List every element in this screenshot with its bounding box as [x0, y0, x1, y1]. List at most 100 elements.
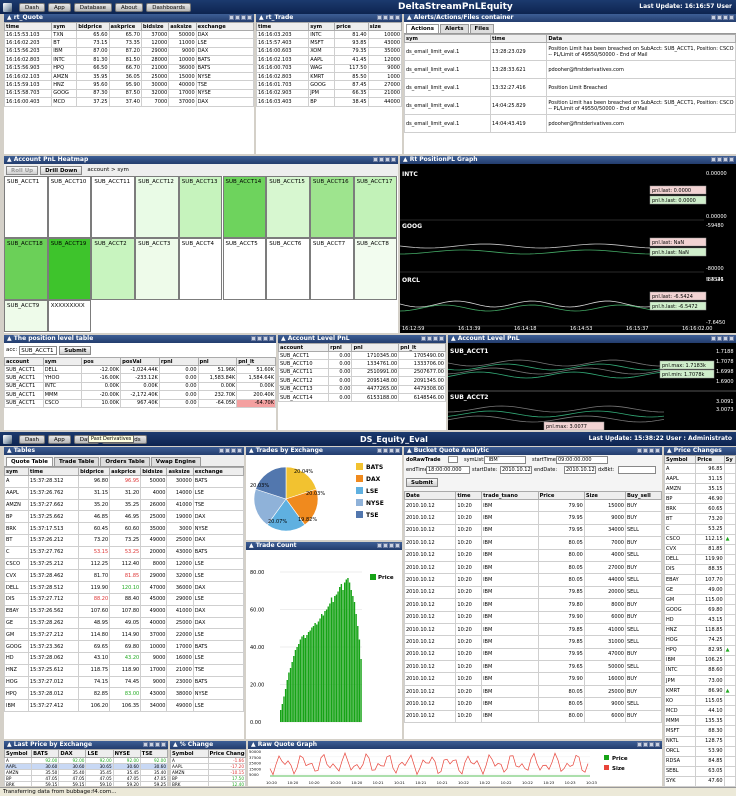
- column-header[interactable]: Price: [537, 491, 585, 500]
- table-row[interactable]: ds_email_limit_eval.1 14:04:43.419 pdooher…: [404, 114, 736, 133]
- column-header[interactable]: sym: [42, 357, 83, 366]
- drill-down-button[interactable]: Drill Down: [40, 165, 83, 175]
- column-header[interactable]: exchange: [192, 467, 244, 476]
- table-row[interactable]: SUB_ACCT12 0.00 2095148.00 2091345.00: [278, 376, 446, 386]
- table-row[interactable]: 2010.10.12 10:20 IBM 80.05 9000 SELL: [404, 697, 662, 711]
- table-row[interactable]: 2010.10.12 10:20 IBM 79.65 50000 SELL: [404, 660, 662, 674]
- column-header[interactable]: askprice: [109, 467, 142, 476]
- table-row[interactable]: 16:16:02.803 INTC 81.30 81.50 28000 10000 BATS: [4, 55, 254, 65]
- table-row[interactable]: 2010.10.12 10:20 IBM 80.05 44000 SELL: [404, 573, 662, 587]
- table-row[interactable]: SUB_ACCT10 0.00 1334761.00 1333706.00: [278, 359, 446, 369]
- column-header[interactable]: bidsize: [140, 22, 170, 31]
- table-row[interactable]: GM 15:37:27.212 114.80 114.90 37000 22000 LSE: [4, 628, 244, 642]
- table-row[interactable]: 2010.10.12 10:20 IBM 79.90 16000 BUY: [404, 672, 662, 686]
- table-row[interactable]: 16:16:03.403 BP 38.45 44000: [256, 97, 402, 107]
- table-row[interactable]: GM 115.00: [664, 594, 736, 606]
- table-row[interactable]: SEBL 63.05: [664, 765, 736, 777]
- table-row[interactable]: 2010.10.12 10:20 IBM 79.85 31000 SELL: [404, 635, 662, 649]
- menu-dashboards[interactable]: Dashboards: [146, 2, 191, 12]
- heatmap-cell[interactable]: XXXXXXXXX: [47, 300, 92, 332]
- end-time-input[interactable]: 18:00:00.000: [426, 466, 470, 474]
- acc-input[interactable]: SUB_ACCT1: [19, 345, 58, 355]
- column-header[interactable]: account: [4, 357, 44, 366]
- column-header[interactable]: sym: [404, 34, 492, 43]
- column-header[interactable]: time: [256, 22, 310, 31]
- table-row[interactable]: C 53.25: [664, 523, 736, 535]
- tab-files[interactable]: Files: [469, 24, 495, 33]
- table-row[interactable]: HOG 15:37:27.012 74.15 74.45 9000 23000 BATS: [4, 675, 244, 689]
- table-row[interactable]: 16:16:01.703 GOOG 87.45 27000: [256, 80, 402, 90]
- heatmap-cell[interactable]: SUB_ACCT6: [266, 238, 310, 300]
- table-row[interactable]: DELL 15:37:28.512 119.90 120.10 47000 36000 DA…: [4, 581, 244, 594]
- menu-database[interactable]: Database: [73, 2, 112, 12]
- table-row[interactable]: ds_email_limit_eval.1 13:28:33.621 pdooher…: [404, 60, 736, 79]
- table-row[interactable]: 16:15:56.903 HPQ 66.50 66.70 21000 36000 BATS: [4, 63, 254, 73]
- start-date-input[interactable]: 2010.10.12: [500, 466, 532, 474]
- table-row[interactable]: 16:16:02.103 AAPL 41.45 12000: [256, 55, 402, 65]
- submit-button[interactable]: Submit: [406, 478, 439, 487]
- table-row[interactable]: IBM 106.25: [664, 654, 736, 666]
- heatmap-cell[interactable]: SUB_ACCT3: [135, 238, 179, 300]
- column-header[interactable]: time: [455, 491, 483, 500]
- column-header[interactable]: Price: [695, 455, 725, 464]
- heatmap-cell[interactable]: SUB_ACCT10: [47, 176, 92, 238]
- column-header[interactable]: Symbol: [664, 455, 697, 464]
- heatmap-cell[interactable]: SUB_ACCT12: [135, 176, 179, 238]
- table-row[interactable]: MSFT 88.30: [664, 725, 736, 737]
- heatmap-cell[interactable]: SUB_ACCT14: [222, 176, 267, 238]
- column-header[interactable]: Buy_sell: [624, 491, 662, 500]
- menu-dash[interactable]: Dash: [19, 434, 45, 444]
- table-row[interactable]: MCD 44.10: [664, 705, 736, 717]
- end-date-input[interactable]: 2010.10.12: [564, 466, 596, 474]
- table-row[interactable]: SUB_ACCT1 INTC 0.00K 0.00K 0.00 0.00K 0.00K: [4, 381, 276, 392]
- table-row[interactable]: GOOG 15:37:23.362 69.65 69.80 10000 17000 BATS: [4, 640, 244, 653]
- column-header[interactable]: DAX: [58, 749, 87, 758]
- column-header[interactable]: Data: [546, 34, 736, 43]
- table-row[interactable]: BRK 15:37:17.513 60.45 60.60 35000 3000 NYSE: [4, 522, 244, 535]
- table-row[interactable]: 2010.10.12 10:20 IBM 80.05 7000 BUY: [404, 536, 662, 550]
- column-header[interactable]: pnl: [197, 357, 238, 366]
- table-row[interactable]: 2010.10.12 10:20 IBM 79.80 8000 BUY: [404, 598, 662, 612]
- table-row[interactable]: 16:16:02.903 JPM 66.35 21000: [256, 88, 402, 99]
- column-header[interactable]: Price Change: [207, 749, 246, 758]
- table-row[interactable]: 16:16:00.703 WAG 117.50 9000: [256, 63, 402, 73]
- table-row[interactable]: EBAY 107.70: [664, 574, 736, 586]
- column-header[interactable]: rpnl: [158, 357, 199, 366]
- table-row[interactable]: 2010.10.12 10:20 IBM 80.05 25000 BUY: [404, 684, 662, 699]
- table-row[interactable]: HOG 74.25: [664, 634, 736, 646]
- table-row[interactable]: DELL 119.90: [664, 553, 736, 565]
- tab-quote-table[interactable]: Quote Table: [6, 457, 53, 466]
- column-header[interactable]: time: [4, 22, 53, 31]
- heatmap-cell[interactable]: SUB_ACCT19: [47, 238, 92, 300]
- table-row[interactable]: DIS 15:37:27.712 88.20 88.40 45000 29000 LSE: [4, 592, 244, 606]
- column-header[interactable]: pos: [81, 357, 122, 366]
- table-row[interactable]: BRK 59.15 59.15 59.10 59.20 59.25: [4, 781, 168, 786]
- table-row[interactable]: AMZN 35.15: [664, 483, 736, 495]
- table-row[interactable]: 2010.10.12 10:20 IBM 79.85 20000 SELL: [404, 585, 662, 600]
- table-row[interactable]: DIS 88.35: [664, 563, 736, 576]
- table-row[interactable]: 2010.10.12 10:20 IBM 79.95 47000 BUY: [404, 647, 662, 662]
- table-row[interactable]: JPM 73.00: [664, 674, 736, 687]
- menu-app[interactable]: App: [47, 434, 71, 444]
- symlist-input[interactable]: `IBM`: [484, 456, 526, 464]
- table-row[interactable]: HPQ 82.95 ▲: [664, 644, 736, 656]
- table-row[interactable]: GE 49.00: [664, 584, 736, 596]
- submit-button[interactable]: Submit: [59, 345, 92, 355]
- table-row[interactable]: RDSA 84.85: [664, 755, 736, 767]
- table-row[interactable]: AAPL 31.15: [664, 473, 736, 485]
- column-header[interactable]: LSE: [85, 749, 114, 758]
- table-row[interactable]: SUB_ACCT1 MMM -20.00K -2,172.40K 0.00 232.70K…: [4, 390, 276, 400]
- tab-actions[interactable]: Actions: [406, 24, 439, 33]
- column-header[interactable]: rpnl: [328, 343, 353, 352]
- tab-orders-table[interactable]: Orders Table: [100, 457, 150, 466]
- table-row[interactable]: HNZ 15:37:25.612 118.75 118.90 17000 21000 TSE: [4, 663, 244, 677]
- tab-alerts[interactable]: Alerts: [440, 24, 469, 33]
- column-header[interactable]: pnl_lt: [236, 357, 276, 366]
- table-row[interactable]: HPQ 15:37:28.012 82.85 83.00 43000 38000 NYSE: [4, 687, 244, 701]
- table-row[interactable]: ds_email_limit_eval.1 13:28:23.029 Positio…: [404, 42, 736, 61]
- heatmap-cell[interactable]: SUB_ACCT16: [309, 176, 354, 238]
- start-time-input[interactable]: 09:00:00.000: [556, 456, 608, 464]
- column-header[interactable]: Symbol: [4, 749, 33, 758]
- table-row[interactable]: AMZN 15:37:27.662 35.20 35.25 26000 41000 TSE: [4, 498, 244, 512]
- heatmap-cell[interactable]: SUB_ACCT13: [178, 176, 223, 238]
